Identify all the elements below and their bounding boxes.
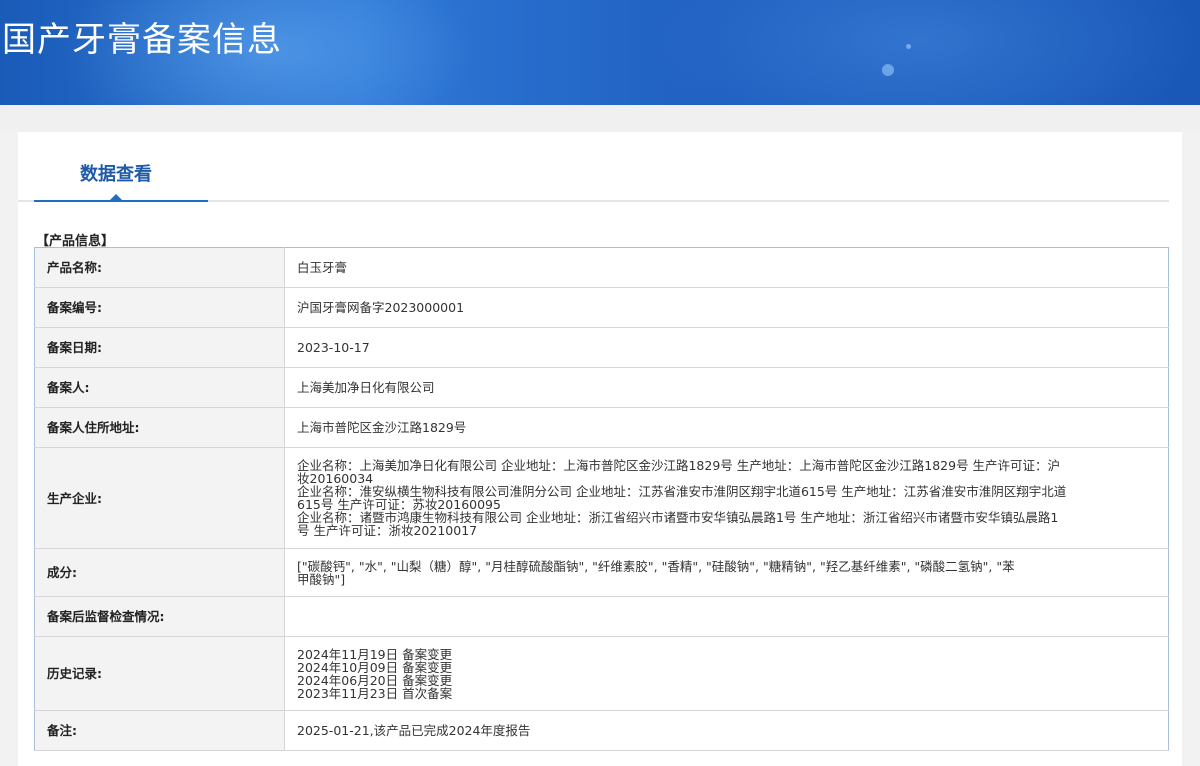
banner-decor-dot [906,44,911,49]
table-row: 备案编号: 沪国牙膏网备字2023000001 [34,287,1169,328]
table-row: 产品名称: 白玉牙膏 [34,247,1169,288]
field-label: 产品名称: [34,247,285,288]
table-row: 生产企业: 企业名称：上海美加净日化有限公司 企业地址：上海市普陀区金沙江路18… [34,447,1169,549]
product-info-table: 产品名称: 白玉牙膏 备案编号: 沪国牙膏网备字2023000001 备案日期:… [34,247,1169,751]
field-label: 生产企业: [34,447,285,549]
manufacturer-value: 企业名称：上海美加净日化有限公司 企业地址：上海市普陀区金沙江路1829号 生产… [284,447,1169,549]
table-row: 备案人住所地址: 上海市普陀区金沙江路1829号 [34,407,1169,448]
page-title: 国产牙膏备案信息 [2,20,282,60]
filer-value: 上海美加净日化有限公司 [284,367,1169,408]
history-entry: 2024年06月20日 备案变更 [297,672,453,688]
tab-active-indicator [34,200,208,202]
content-panel: 数据查看 【产品信息】 产品名称: 白玉牙膏 备案编号: 沪国牙膏网备字2023… [18,132,1182,766]
header-spacer [0,105,1200,132]
table-row: 备注: 2025-01-21,该产品已完成2024年度报告 [34,710,1169,751]
table-row: 历史记录: 2024年11月19日 备案变更 2024年10月09日 备案变更 … [34,636,1169,711]
supervision-value [284,596,1169,637]
ingredients-value: ["碳酸钙", "水", "山梨（糖）醇", "月桂醇硫酸酯钠", "纤维素胶"… [284,548,1169,597]
filer-address-value: 上海市普陀区金沙江路1829号 [284,407,1169,448]
table-row: 备案日期: 2023-10-17 [34,327,1169,368]
field-label: 备注: [34,710,285,751]
banner-glow [640,0,1200,105]
history-entry: 2024年11月19日 备案变更 [297,646,453,662]
manufacturer-line: 企业名称：上海美加净日化有限公司 企业地址：上海市普陀区金沙江路1829号 生产… [297,458,1061,473]
field-label: 备案日期: [34,327,285,368]
field-label: 历史记录: [34,636,285,711]
history-entry: 2023年11月23日 首次备案 [297,685,453,701]
tab-data-view[interactable]: 数据查看 [80,160,152,186]
tab-caret-icon [110,194,122,200]
ingredients-line: ["碳酸钙", "水", "山梨（糖）醇", "月桂醇硫酸酯钠", "纤维素胶"… [297,558,1015,574]
history-value: 2024年11月19日 备案变更 2024年10月09日 备案变更 2024年0… [284,636,1169,711]
field-label: 备案人住所地址: [34,407,285,448]
table-row: 备案后监督检查情况: [34,596,1169,637]
field-label: 备案人: [34,367,285,408]
remark-value: 2025-01-21,该产品已完成2024年度报告 [284,710,1169,751]
filing-date-value: 2023-10-17 [284,327,1169,368]
header-banner: 国产牙膏备案信息 [0,0,1200,105]
history-entry: 2024年10月09日 备案变更 [297,659,453,675]
manufacturer-line: 号 生产许可证：浙妆20210017 [297,523,478,538]
field-label: 备案编号: [34,287,285,328]
banner-decor-dot [882,64,894,76]
ingredients-line: 甲酸钠"] [297,571,346,587]
table-row: 备案人: 上海美加净日化有限公司 [34,367,1169,408]
field-label: 成分: [34,548,285,597]
table-row: 成分: ["碳酸钙", "水", "山梨（糖）醇", "月桂醇硫酸酯钠", "纤… [34,548,1169,597]
filing-number-value: 沪国牙膏网备字2023000001 [284,287,1169,328]
field-label: 备案后监督检查情况: [34,596,285,637]
product-name-value: 白玉牙膏 [284,247,1169,288]
